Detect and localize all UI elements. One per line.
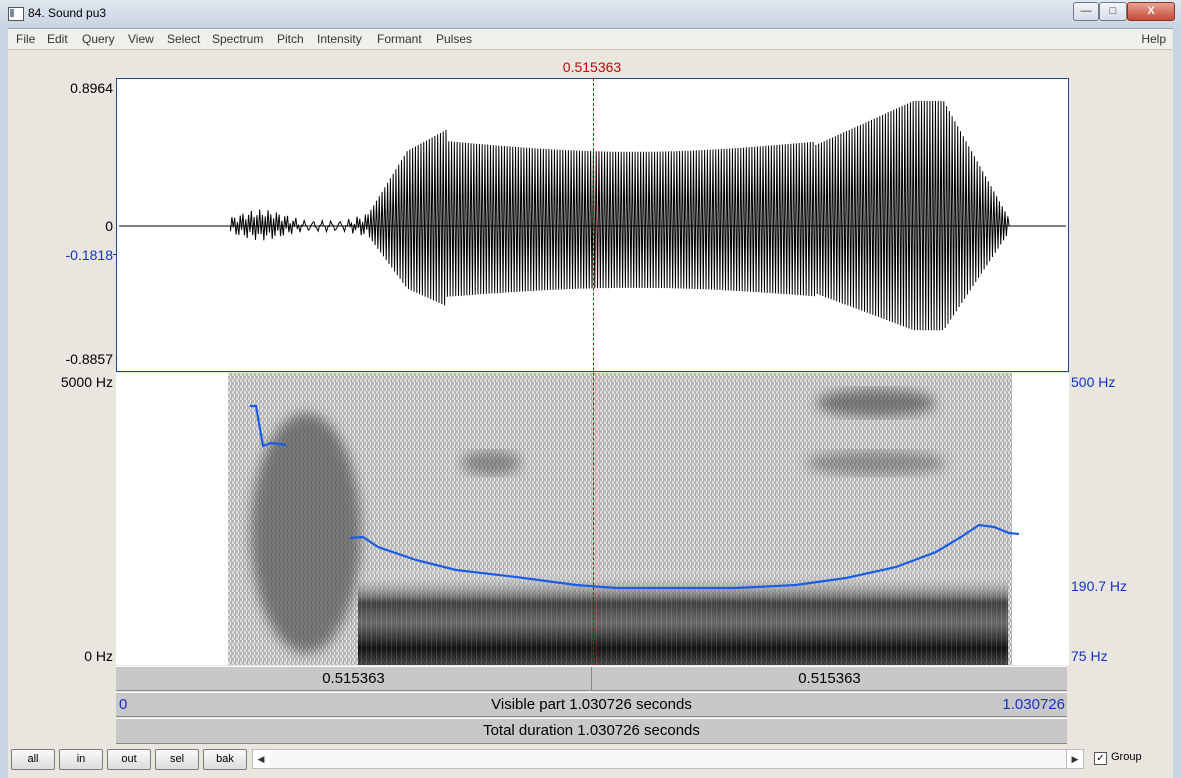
selection-bar[interactable]: 0.515363 0.515363	[116, 666, 1067, 691]
voicing-striations	[358, 578, 1008, 665]
formant-blob-mid	[806, 451, 946, 475]
pitch-bottom-label: 75 Hz	[1071, 648, 1108, 664]
zoom-all-button[interactable]: all	[11, 749, 55, 770]
menu-bar: File Edit Query View Select Spectrum Pit…	[8, 29, 1172, 50]
title-bar: 84. Sound pu3 — □ X	[0, 0, 1181, 29]
menu-query[interactable]: Query	[82, 32, 115, 46]
window-title: 84. Sound pu3	[28, 6, 107, 20]
scrollbar-thumb[interactable]	[270, 750, 1066, 768]
menu-select[interactable]: Select	[167, 32, 200, 46]
visible-part-label: Visible part 1.030726 seconds	[491, 696, 692, 713]
menu-formant[interactable]: Formant	[377, 32, 422, 46]
sound-ymax-label: 0.8964	[70, 80, 113, 96]
window-frame-left	[0, 28, 8, 778]
sound-cursor-value-label: -0.1818	[65, 247, 113, 263]
left-segment-duration[interactable]: 0.515363	[116, 667, 592, 690]
formant-blob-high	[816, 389, 936, 417]
visible-end-time: 1.030726	[1002, 696, 1065, 713]
pitch-top-label: 500 Hz	[1071, 374, 1116, 390]
menu-pitch[interactable]: Pitch	[277, 32, 304, 46]
menu-pulses[interactable]: Pulses	[436, 32, 472, 46]
cursor-line[interactable]	[593, 78, 594, 665]
window-icon	[8, 7, 24, 21]
cursor-time-label: 0.515363	[562, 59, 622, 75]
zoom-selection-button[interactable]: sel	[155, 749, 199, 770]
zoom-out-button[interactable]: out	[107, 749, 151, 770]
spectrogram-fmin-label: 0 Hz	[84, 648, 113, 664]
maximize-button[interactable]: □	[1099, 2, 1127, 21]
total-duration-label: Total duration 1.030726 seconds	[483, 722, 700, 739]
minimize-button[interactable]: —	[1073, 2, 1099, 21]
burst-energy	[251, 413, 361, 653]
scroll-left-icon[interactable]: ◀	[253, 750, 269, 768]
scroll-right-icon[interactable]: ▶	[1066, 750, 1083, 768]
formant-blob	[461, 451, 521, 475]
bottom-toolbar: all in out sel bak ◀ ▶ ✓ Group	[8, 746, 1173, 774]
close-button[interactable]: X	[1127, 2, 1175, 21]
zoom-in-button[interactable]: in	[59, 749, 103, 770]
group-label: Group	[1111, 751, 1142, 763]
menu-file[interactable]: File	[16, 32, 35, 46]
menu-help[interactable]: Help	[1141, 32, 1166, 46]
total-duration-bar[interactable]: Total duration 1.030726 seconds	[116, 718, 1067, 744]
window-frame-right	[1173, 28, 1181, 778]
sound-ymin-label: -0.8857	[65, 351, 113, 367]
horizontal-scrollbar[interactable]: ◀ ▶	[252, 749, 1084, 769]
right-segment-duration[interactable]: 0.515363	[592, 667, 1067, 690]
group-checkbox[interactable]: ✓	[1094, 752, 1107, 765]
menu-intensity[interactable]: Intensity	[317, 32, 362, 46]
menu-edit[interactable]: Edit	[47, 32, 68, 46]
spectrogram-fmax-label: 5000 Hz	[60, 374, 113, 390]
sound-zero-label: 0	[105, 218, 113, 234]
zoom-back-button[interactable]: bak	[203, 749, 247, 770]
menu-view[interactable]: View	[128, 32, 154, 46]
visible-part-bar[interactable]: Visible part 1.030726 seconds 0 1.030726	[116, 692, 1067, 717]
pitch-cursor-label: 190.7 Hz	[1071, 578, 1128, 594]
menu-spectrum[interactable]: Spectrum	[212, 32, 263, 46]
visible-start-time: 0	[119, 696, 128, 713]
